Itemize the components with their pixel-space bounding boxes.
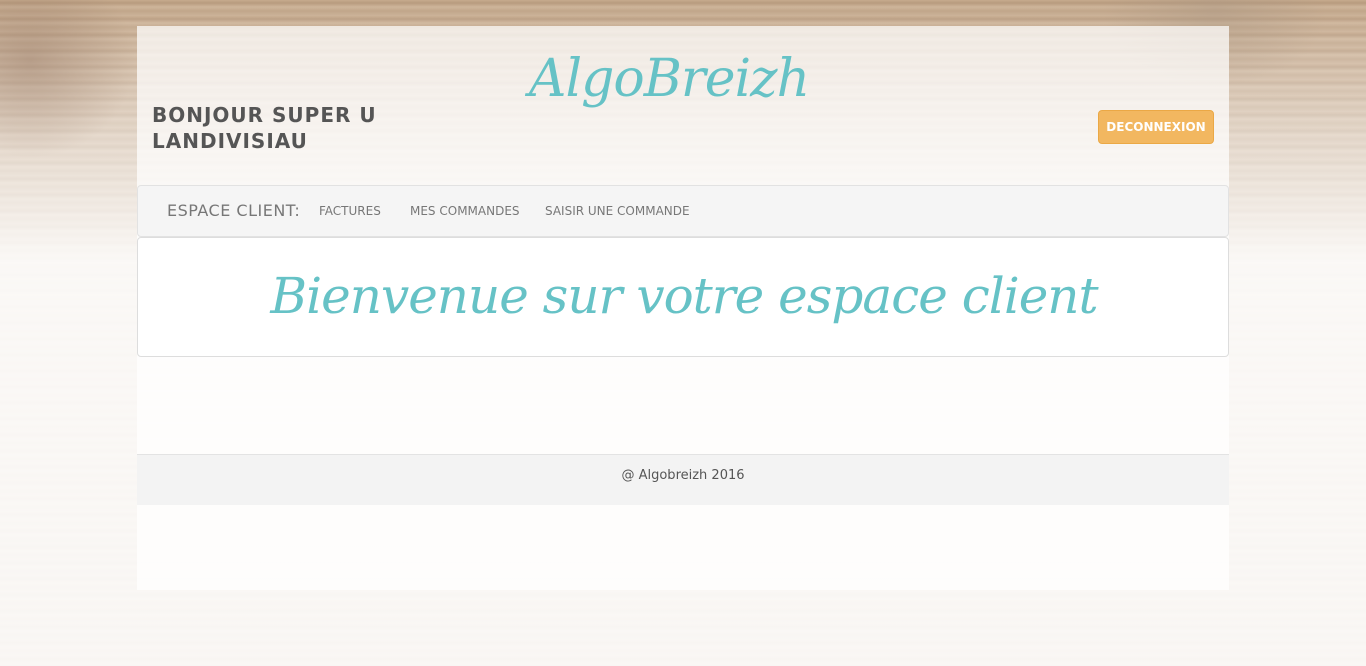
nav-link-mes-commandes[interactable]: MES COMMANDES [410, 204, 520, 218]
nav-brand: ESPACE CLIENT: [167, 201, 301, 220]
site-logo[interactable]: AlgoBreizh [509, 44, 829, 114]
client-navbar: ESPACE CLIENT: FACTURES MES COMMANDES SA… [137, 185, 1229, 237]
footer: @ Algobreizh 2016 [137, 454, 1229, 505]
page-container: BONJOUR SUPER U LANDIVISIAU AlgoBreizh D… [137, 26, 1229, 590]
footer-copyright: @ Algobreizh 2016 [621, 468, 745, 483]
nav-link-factures[interactable]: FACTURES [319, 204, 381, 218]
welcome-heading: Bienvenue sur votre espace client [270, 267, 1098, 325]
greeting-text: BONJOUR SUPER U LANDIVISIAU [152, 103, 377, 153]
nav-link-saisir-commande[interactable]: SAISIR UNE COMMANDE [545, 204, 690, 218]
welcome-panel: Bienvenue sur votre espace client [137, 237, 1229, 357]
logout-button[interactable]: DECONNEXION [1098, 110, 1214, 144]
